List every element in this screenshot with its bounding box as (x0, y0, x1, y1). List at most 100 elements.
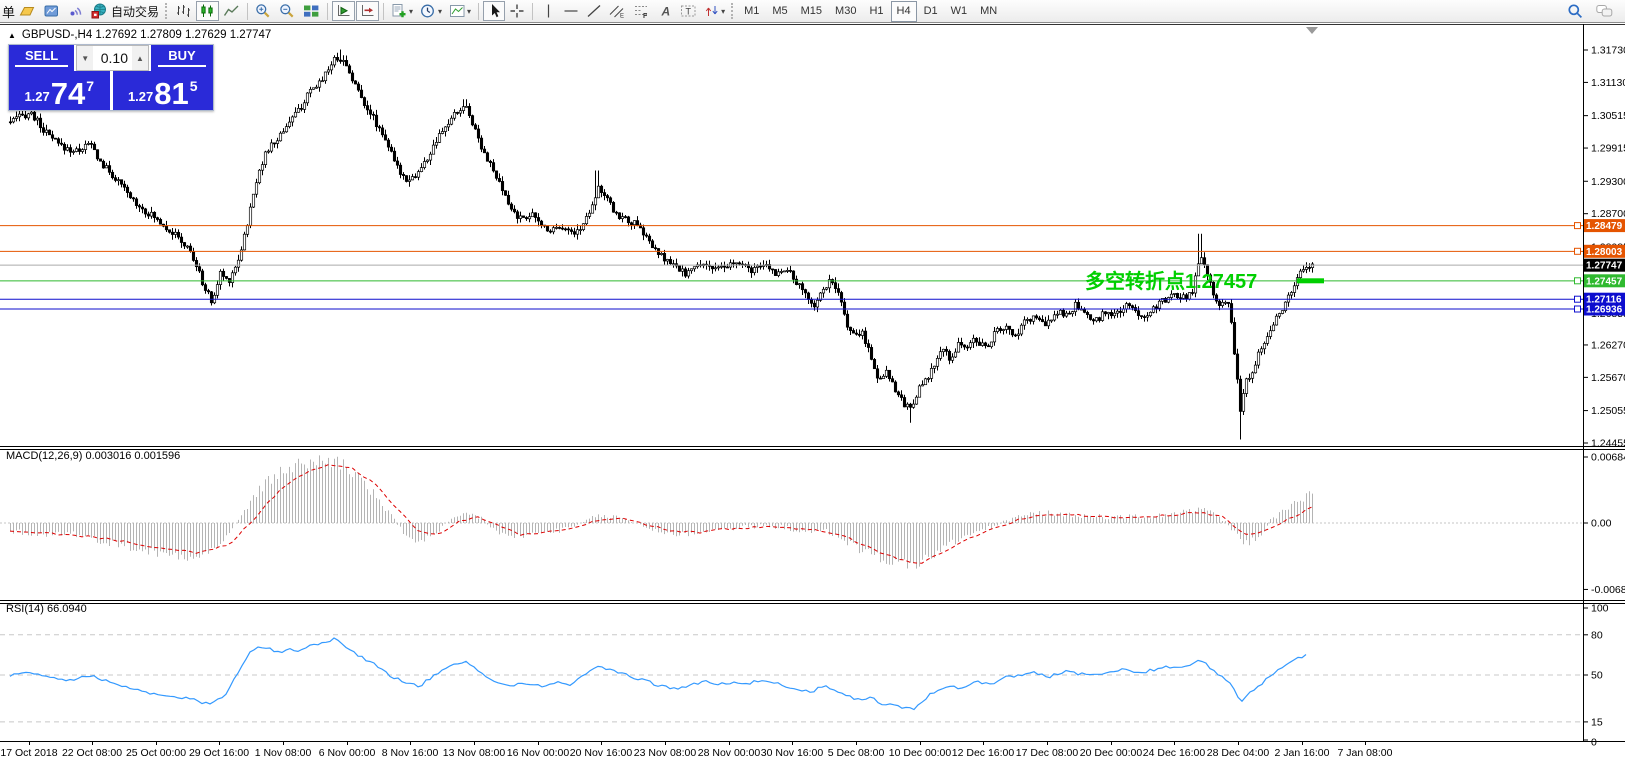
svg-text:1.28003: 1.28003 (1586, 247, 1623, 258)
chart-canvas[interactable]: 多空转折点1.274571.317301.311301.305151.29915… (0, 0, 1625, 768)
buy-button[interactable]: BUY (151, 45, 213, 71)
dropdown-arrow-icon: ▾ (721, 7, 725, 16)
timeframe-h1[interactable]: H1 (863, 1, 889, 22)
line-handle (1575, 248, 1581, 254)
timeframe-h4[interactable]: H4 (891, 1, 917, 22)
text-tool[interactable]: A (654, 1, 676, 21)
dropdown-arrow-icon: ▾ (409, 7, 413, 16)
svg-text:28 Nov 00:00: 28 Nov 00:00 (698, 747, 761, 759)
svg-text:1.31730: 1.31730 (1591, 45, 1625, 57)
buy-price[interactable]: 1.27815 (113, 71, 214, 110)
cursor-button[interactable] (483, 1, 505, 21)
chart-shift-marker (1306, 27, 1318, 34)
timeframe-m15[interactable]: M15 (795, 1, 828, 22)
price-tags: 1.284791.280031.277471.274571.271161.269… (1584, 219, 1625, 315)
zoom-out-icon[interactable] (276, 1, 299, 21)
svg-text:1.29300: 1.29300 (1591, 176, 1625, 188)
svg-text:1.30515: 1.30515 (1591, 110, 1625, 122)
line-handle (1575, 306, 1581, 312)
arrows-tool[interactable]: ▾ (701, 1, 728, 21)
svg-text:T: T (686, 7, 692, 17)
svg-text:16 Nov 00:00: 16 Nov 00:00 (507, 747, 570, 759)
svg-text:7 Jan 08:00: 7 Jan 08:00 (1338, 747, 1393, 759)
text-label-tool[interactable]: T (677, 1, 700, 21)
svg-text:13 Nov 08:00: 13 Nov 08:00 (443, 747, 506, 759)
search-icon[interactable] (1564, 1, 1587, 21)
price-axis[interactable]: 1.317301.311301.305151.299151.293001.287… (1583, 45, 1625, 749)
zoom-in-icon[interactable] (252, 1, 275, 21)
svg-text:1.28479: 1.28479 (1586, 221, 1623, 232)
fibonacci-tool[interactable]: F (630, 1, 653, 21)
svg-text:23 Nov 08:00: 23 Nov 08:00 (634, 747, 697, 759)
chart-shift-icon[interactable] (356, 1, 379, 21)
chart-profile-icon[interactable] (40, 1, 63, 21)
svg-text:29 Oct 16:00: 29 Oct 16:00 (189, 747, 249, 759)
svg-text:10 Dec 00:00: 10 Dec 00:00 (889, 747, 952, 759)
trendline-tool[interactable] (583, 1, 605, 21)
vertical-line-tool[interactable] (537, 1, 559, 21)
sell-button[interactable]: SELL (9, 45, 74, 71)
svg-text:1.27747: 1.27747 (1586, 261, 1623, 272)
svg-text:20 Dec 00:00: 20 Dec 00:00 (1080, 747, 1143, 759)
toolbar-separator (383, 3, 384, 20)
svg-text:80: 80 (1591, 629, 1603, 641)
time-axis[interactable]: 17 Oct 201822 Oct 08:0025 Oct 00:0029 Oc… (0, 741, 1392, 759)
toolbar-grip (731, 3, 733, 19)
svg-text:0.00: 0.00 (1591, 518, 1612, 530)
svg-text:17 Oct 2018: 17 Oct 2018 (0, 747, 57, 759)
timeframe-w1[interactable]: W1 (945, 1, 974, 22)
tile-windows-icon[interactable] (300, 1, 323, 21)
svg-text:20 Nov 16:00: 20 Nov 16:00 (570, 747, 633, 759)
svg-text:15: 15 (1591, 716, 1603, 728)
timeframe-mn[interactable]: MN (974, 1, 1003, 22)
chart-ohlc-header: ▲ GBPUSD-,H4 1.27692 1.27809 1.27629 1.2… (8, 29, 271, 41)
dropdown-arrow-icon: ▾ (467, 7, 471, 16)
timeframe-m1[interactable]: M1 (738, 1, 765, 22)
volume-increase-button[interactable]: ▲ (132, 46, 148, 70)
horizontal-line-tool[interactable] (560, 1, 582, 21)
rsi-line (10, 638, 1306, 710)
svg-text:12 Dec 16:00: 12 Dec 16:00 (952, 747, 1015, 759)
annotation-segment (1297, 278, 1324, 283)
volume-input[interactable] (93, 46, 132, 70)
macd-pane (0, 455, 1583, 568)
svg-text:28 Dec 04:00: 28 Dec 04:00 (1207, 747, 1270, 759)
svg-text:A: A (660, 5, 670, 19)
timeframe-m5[interactable]: M5 (766, 1, 793, 22)
mt4-terminal: 单 自动交易 ▾ ▾ ▾ E F A T ▾ M1 (0, 0, 1625, 768)
svg-text:1.29915: 1.29915 (1591, 143, 1625, 155)
periods-button[interactable]: ▾ (417, 1, 445, 21)
svg-text:0.006844: 0.006844 (1591, 452, 1625, 464)
svg-text:17 Dec 08:00: 17 Dec 08:00 (1016, 747, 1079, 759)
templates-button[interactable]: ▾ (446, 1, 474, 21)
line-chart-icon[interactable] (220, 1, 243, 21)
candlestick-chart-icon[interactable] (196, 1, 219, 21)
timeframe-d1[interactable]: D1 (918, 1, 944, 22)
svg-text:2 Jan 16:00: 2 Jan 16:00 (1275, 747, 1330, 759)
timeframe-m30[interactable]: M30 (829, 1, 862, 22)
svg-text:6 Nov 00:00: 6 Nov 00:00 (319, 747, 376, 759)
svg-text:F: F (643, 13, 648, 19)
bar-chart-icon[interactable] (172, 1, 195, 21)
macd-histogram (11, 455, 1313, 568)
chat-icon[interactable] (1593, 1, 1617, 21)
collapse-panel-icon[interactable]: ▲ (8, 31, 16, 40)
indicators-button[interactable]: ▾ (388, 1, 416, 21)
signal-icon[interactable] (64, 1, 87, 21)
svg-text:1.27457: 1.27457 (1586, 276, 1623, 287)
volume-decrease-button[interactable]: ▼ (77, 46, 93, 70)
svg-text:100: 100 (1591, 603, 1609, 615)
line-handle (1575, 223, 1581, 229)
channel-tool[interactable]: E (606, 1, 629, 21)
new-order-icon[interactable] (16, 1, 39, 21)
svg-text:50: 50 (1591, 670, 1603, 682)
auto-trading-button[interactable]: 自动交易 (88, 1, 162, 21)
svg-text:-0.00689: -0.00689 (1591, 584, 1625, 596)
sell-price[interactable]: 1.27747 (9, 71, 110, 110)
auto-scroll-icon[interactable] (332, 1, 355, 21)
crosshair-button[interactable] (506, 1, 528, 21)
cut-off-button-label[interactable]: 单 (2, 2, 15, 21)
svg-text:0: 0 (1591, 737, 1597, 749)
svg-text:22 Oct 08:00: 22 Oct 08:00 (62, 747, 122, 759)
rsi-label: RSI(14) 66.0940 (6, 603, 87, 615)
